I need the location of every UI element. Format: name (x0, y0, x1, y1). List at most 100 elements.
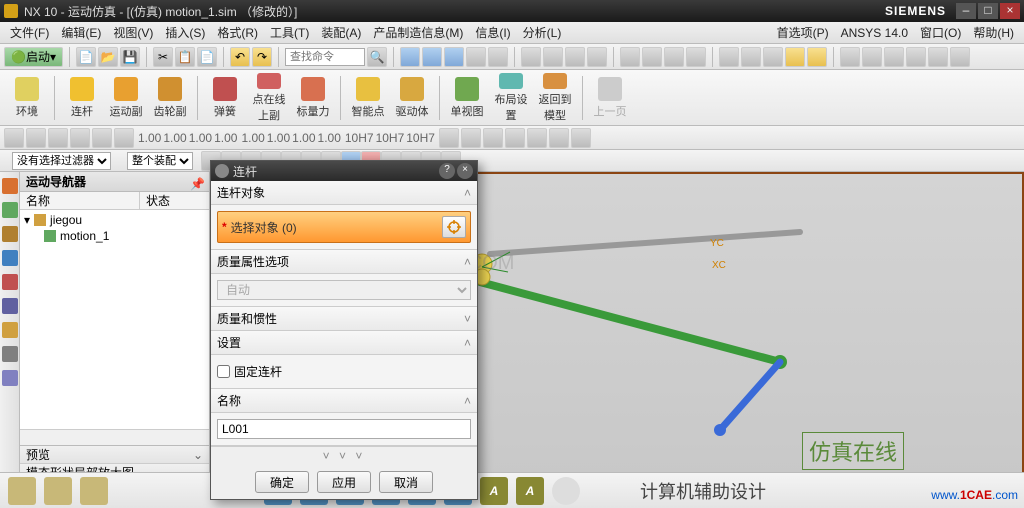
ribbon-prev[interactable]: 上一页 (589, 73, 631, 123)
ribbon-poc[interactable]: 点在线上副 (248, 73, 290, 123)
tool-icon[interactable] (950, 47, 970, 67)
tool-icon[interactable] (862, 47, 882, 67)
rail-icon[interactable] (2, 250, 18, 266)
new-icon[interactable]: 📄 (76, 47, 96, 67)
tool-icon[interactable] (483, 128, 503, 148)
ribbon-joint[interactable]: 运动副 (105, 73, 147, 123)
menu-pmi[interactable]: 产品制造信息(M) (367, 24, 469, 41)
search-icon[interactable]: 🔍 (367, 47, 387, 67)
tool-icon[interactable] (565, 47, 585, 67)
select-target-button[interactable] (442, 216, 466, 238)
annotation-a-icon[interactable]: A (480, 477, 508, 505)
rail-icon[interactable] (2, 202, 18, 218)
mass-options-select[interactable]: 自动 (217, 280, 471, 300)
tool-icon[interactable] (928, 47, 948, 67)
menu-help[interactable]: 帮助(H) (967, 24, 1020, 41)
chevron-up-icon[interactable]: ˄ (464, 394, 471, 408)
rail-icon[interactable] (2, 346, 18, 362)
fixed-link-checkbox[interactable]: 固定连杆 (217, 361, 471, 382)
rail-icon[interactable] (2, 370, 18, 386)
ribbon-smart[interactable]: 智能点 (347, 73, 389, 123)
rail-icon[interactable] (2, 274, 18, 290)
filter-select[interactable]: 没有选择过滤器 (12, 152, 111, 170)
bottom-tool-icon[interactable] (80, 477, 108, 505)
dialog-expand-handle[interactable]: ˅ ˅ ˅ (211, 446, 477, 465)
tool-icon[interactable] (92, 128, 112, 148)
tree-root[interactable]: ▾ jiegou (24, 212, 205, 228)
paste-icon[interactable]: 📄 (197, 47, 217, 67)
menu-info[interactable]: 信息(I) (469, 24, 516, 41)
ribbon-scalar[interactable]: 标量力 (292, 73, 334, 123)
command-search-input[interactable] (285, 48, 365, 66)
section-name[interactable]: 名称˄ (211, 389, 477, 413)
tool-icon[interactable] (400, 47, 420, 67)
rail-icon[interactable] (2, 298, 18, 314)
dialog-help-icon[interactable]: ? (439, 163, 455, 179)
ribbon-back[interactable]: 返回到模型 (534, 73, 576, 123)
tool-icon[interactable] (719, 47, 739, 67)
menu-analysis[interactable]: 分析(L) (517, 24, 568, 41)
tool-icon[interactable] (521, 47, 541, 67)
tool-icon[interactable] (620, 47, 640, 67)
tool-icon[interactable] (543, 47, 563, 67)
copy-icon[interactable]: 📋 (175, 47, 195, 67)
tool-icon[interactable] (466, 47, 486, 67)
ribbon-env[interactable]: 环境 (6, 73, 48, 123)
tool-icon[interactable] (26, 128, 46, 148)
col-name[interactable]: 名称 (20, 192, 140, 209)
tool-icon[interactable] (571, 128, 591, 148)
collapse-icon[interactable]: ▾ (24, 213, 30, 227)
nav-preview-section[interactable]: 预览 (20, 446, 209, 464)
tool-icon[interactable] (444, 47, 464, 67)
ribbon-gear[interactable]: 齿轮副 (149, 73, 191, 123)
tool-icon[interactable] (461, 128, 481, 148)
tool-icon[interactable] (741, 47, 761, 67)
ribbon-spring[interactable]: 弹簧 (204, 73, 246, 123)
select-object-row[interactable]: * 选择对象 (0) (217, 211, 471, 243)
start-button[interactable]: 🟢 启动 ▾ (4, 47, 63, 67)
navigator-tree[interactable]: ▾ jiegou motion_1 (20, 210, 209, 429)
tool-icon[interactable] (527, 128, 547, 148)
menu-format[interactable]: 格式(R) (211, 24, 264, 41)
fixed-link-input[interactable] (217, 365, 230, 378)
ribbon-link[interactable]: 连杆 (61, 73, 103, 123)
dialog-close-icon[interactable]: × (457, 163, 473, 179)
tool-icon[interactable] (664, 47, 684, 67)
tool-icon[interactable] (505, 128, 525, 148)
close-button[interactable]: × (1000, 3, 1020, 19)
tool-icon[interactable] (439, 128, 459, 148)
section-mass-prop[interactable]: 质量属性选项˄ (211, 250, 477, 274)
tool-icon[interactable] (549, 128, 569, 148)
tool-icon[interactable] (422, 47, 442, 67)
bottom-tool-icon[interactable] (44, 477, 72, 505)
menu-edit[interactable]: 编辑(E) (55, 24, 107, 41)
col-state[interactable]: 状态 (140, 192, 170, 209)
tool-icon[interactable] (4, 128, 24, 148)
rail-icon[interactable] (2, 322, 18, 338)
nav-scrollbar[interactable] (20, 429, 209, 445)
section-inertia[interactable]: 质量和惯性˅ (211, 307, 477, 331)
dialog-titlebar[interactable]: 连杆 ? × (211, 161, 477, 181)
tool-icon[interactable] (642, 47, 662, 67)
menu-view[interactable]: 视图(V) (107, 24, 159, 41)
bottom-tool-icon[interactable] (8, 477, 36, 505)
tool-icon[interactable] (488, 47, 508, 67)
ribbon-layout[interactable]: 布局设置 (490, 73, 532, 123)
undo-icon[interactable]: ↶ (230, 47, 250, 67)
section-link-object[interactable]: 连杆对象˄ (211, 181, 477, 205)
tool-icon[interactable] (114, 128, 134, 148)
tool-icon[interactable] (840, 47, 860, 67)
menu-file[interactable]: 文件(F) (4, 24, 55, 41)
maximize-button[interactable]: □ (978, 3, 998, 19)
pin-icon[interactable]: 📌 (190, 174, 205, 194)
tool-icon[interactable] (48, 128, 68, 148)
menu-pref[interactable]: 首选项(P) (771, 24, 835, 41)
open-icon[interactable]: 📂 (98, 47, 118, 67)
ribbon-driver[interactable]: 驱动体 (391, 73, 433, 123)
chevron-up-icon[interactable]: ˄ (464, 255, 471, 269)
section-settings[interactable]: 设置˄ (211, 331, 477, 355)
minimize-button[interactable]: – (956, 3, 976, 19)
chevron-up-icon[interactable]: ˄ (464, 336, 471, 350)
tool-icon[interactable] (587, 47, 607, 67)
tool-icon[interactable] (686, 47, 706, 67)
